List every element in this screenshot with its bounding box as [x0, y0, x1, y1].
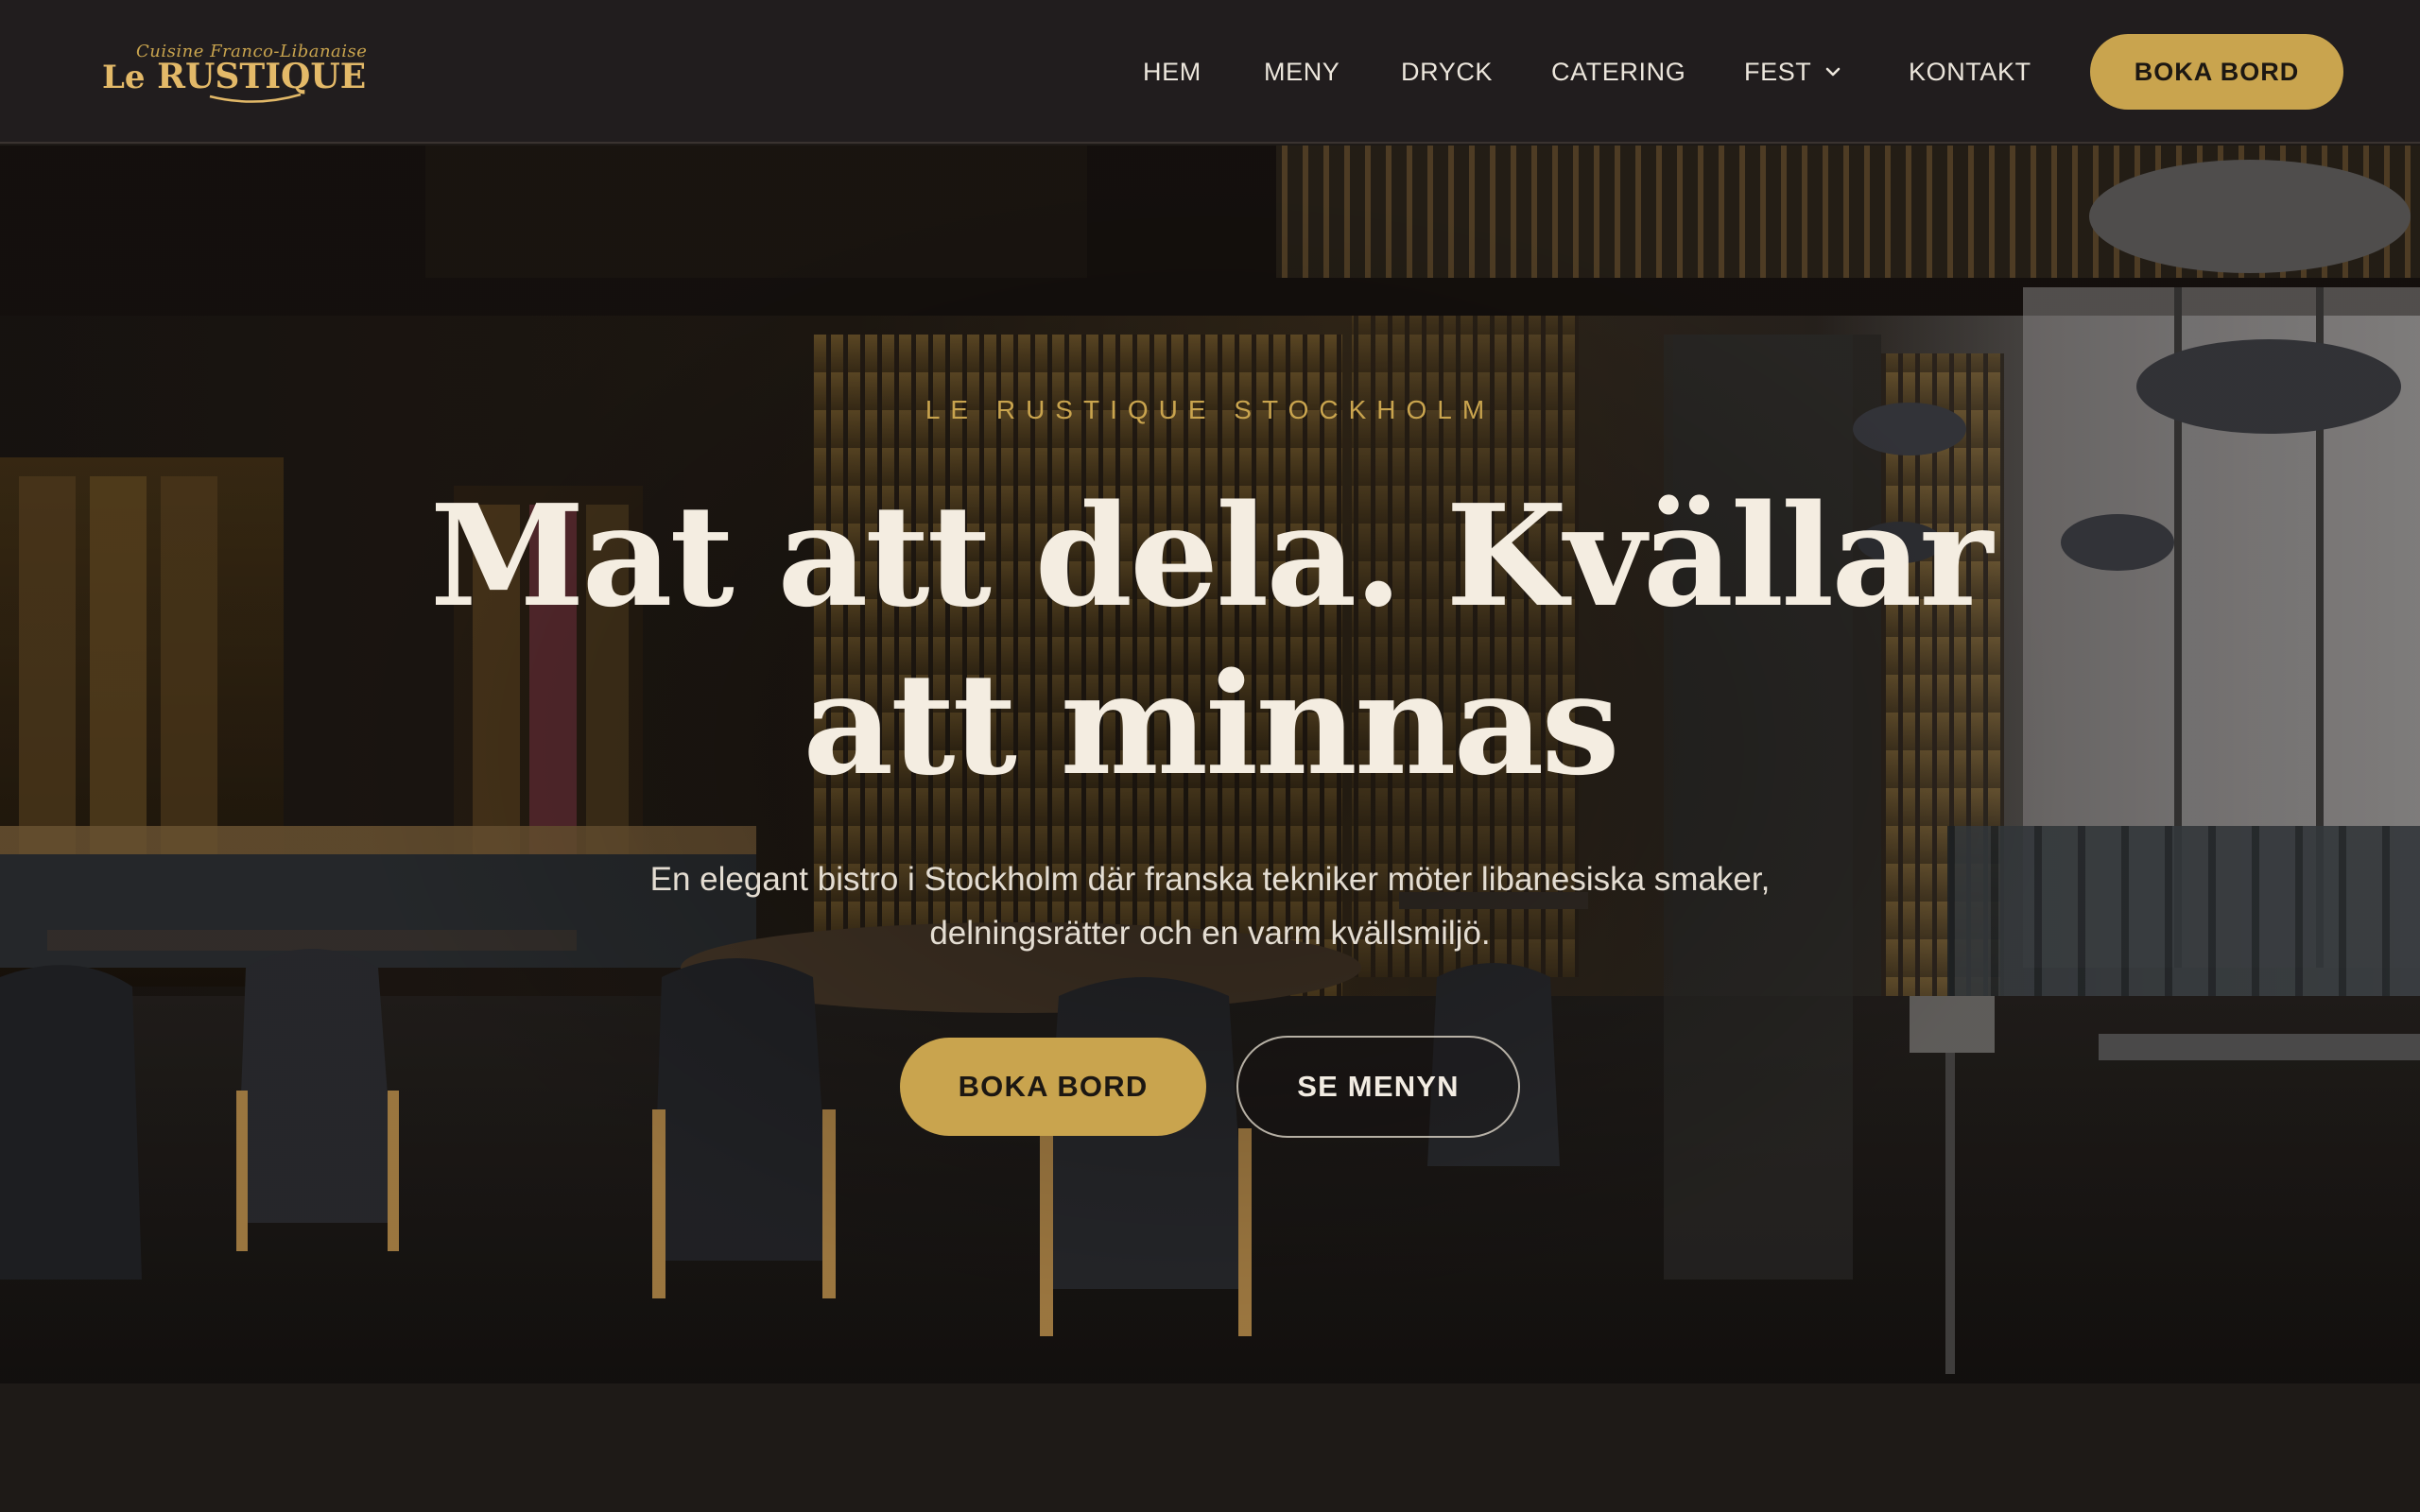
page-section-below: [0, 1383, 2420, 1512]
site-header: Cuisine Franco-Libanaise Le RUSTIQUE HEM…: [0, 0, 2420, 144]
nav-item-catering[interactable]: CATERING: [1551, 45, 1685, 98]
header-book-table-button[interactable]: BOKA BORD: [2090, 34, 2343, 110]
hero-headline-line2: att minnas: [803, 642, 1619, 806]
hero-headline-line1: Mat att dela. Kvällar: [429, 473, 1993, 638]
nav-item-meny[interactable]: MENY: [1264, 45, 1340, 98]
chevron-down-icon: [1826, 67, 1841, 77]
hero-eyebrow: LE RUSTIQUE STOCKHOLM: [925, 395, 1495, 424]
main-nav: HEM MENY DRYCK CATERING FEST KONTAKT: [0, 45, 2420, 98]
nav-item-kontakt[interactable]: KONTAKT: [1909, 45, 2031, 98]
nav-item-dryck[interactable]: DRYCK: [1401, 45, 1493, 98]
nav-item-fest[interactable]: FEST: [1744, 45, 1843, 98]
hero-see-menu-button[interactable]: SE MENYN: [1236, 1036, 1520, 1138]
nav-item-hem[interactable]: HEM: [1143, 45, 1201, 98]
hero-description: En elegant bistro i Stockholm där fransk…: [649, 861, 1771, 952]
nav-item-fest-label: FEST: [1744, 57, 1812, 86]
hero-book-table-button[interactable]: BOKA BORD: [900, 1038, 1206, 1136]
hero-headline: Mat att dela. Kvällar att minnas: [265, 472, 2155, 808]
hero-section: LE RUSTIQUE STOCKHOLM Mat att dela. Kväl…: [0, 146, 2420, 1383]
